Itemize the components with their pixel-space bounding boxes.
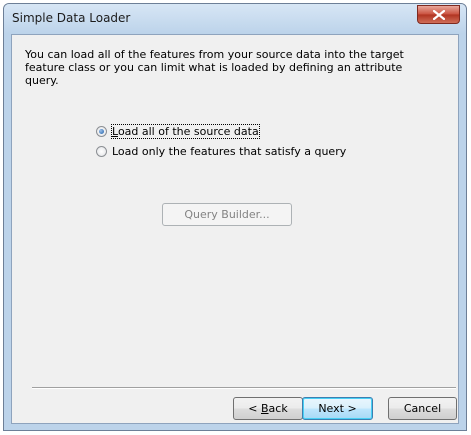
- radio-load-query[interactable]: Load only the features that satisfy a qu…: [96, 143, 346, 159]
- query-builder-button[interactable]: Query Builder...: [162, 203, 292, 226]
- title-bar[interactable]: Simple Data Loader: [4, 4, 466, 34]
- cancel-button[interactable]: Cancel: [388, 397, 457, 420]
- close-button[interactable]: [417, 5, 460, 24]
- radio-load-all-label[interactable]: Load all of the source data: [111, 123, 260, 139]
- radio-load-query-label[interactable]: Load only the features that satisfy a qu…: [112, 145, 346, 158]
- radio-load-all[interactable]: Load all of the source data: [96, 123, 260, 139]
- dialog-body: You can load all of the features from yo…: [11, 34, 459, 424]
- radio-load-query-button[interactable]: [96, 145, 107, 157]
- next-button[interactable]: Next >: [302, 397, 373, 420]
- description-text: You can load all of the features from yo…: [25, 48, 404, 87]
- footer-separator: [32, 387, 456, 389]
- close-icon: [433, 10, 445, 20]
- window-title: Simple Data Loader: [12, 11, 131, 25]
- back-button[interactable]: < Back: [233, 397, 303, 420]
- radio-load-all-button[interactable]: [96, 125, 107, 137]
- dialog-window: Simple Data Loader You can load all of t…: [3, 3, 467, 431]
